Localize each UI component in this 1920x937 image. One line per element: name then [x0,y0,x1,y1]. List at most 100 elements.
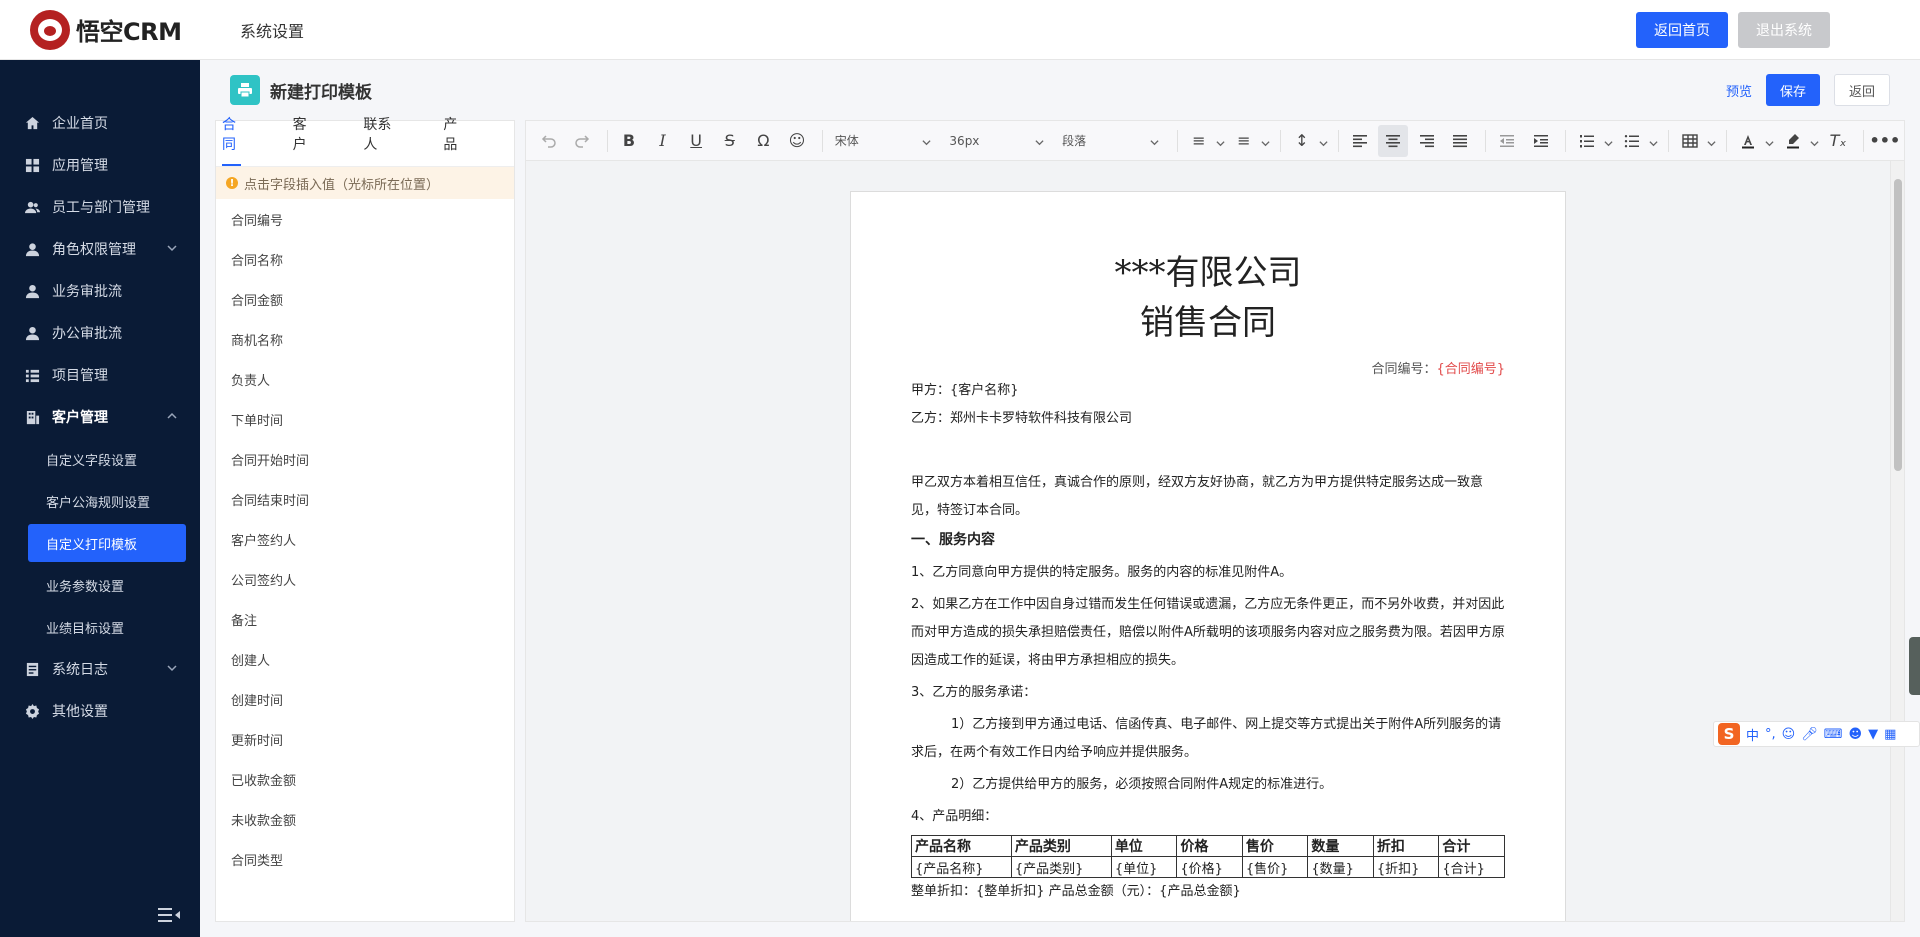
field-item[interactable]: 合同编号 [216,199,514,239]
field-item[interactable]: 公司签约人 [216,559,514,599]
field-item[interactable]: 更新时间 [216,719,514,759]
logout-button[interactable]: 退出系统 [1738,11,1830,48]
microphone-icon[interactable]: 🎤︎ [1801,727,1818,742]
sidebar-item-label: 业务参数设置 [46,579,125,595]
underline-icon[interactable]: U [681,125,711,157]
editor-scrollbar[interactable] [1890,161,1904,921]
paragraph-after-dropdown[interactable]: ≡ [1229,125,1270,157]
document-area[interactable]: ***有限公司 销售合同 合同编号：{合同编号} 甲方：{客户名称} 乙方：郑州… [526,161,1892,921]
chevron-down-icon [1707,136,1716,147]
product-table[interactable]: 产品名称 产品类别 单位 价格 售价 数量 折扣 合计 {产品名称} {产品类别} {单位} {价格… [911,835,1505,878]
home-icon [24,115,40,131]
field-item[interactable]: 创建人 [216,639,514,679]
font-family-select[interactable]: 宋体 [829,126,938,156]
bold-icon[interactable]: B [614,125,644,157]
sidebar-item-staff[interactable]: 员工与部门管理 [0,186,200,228]
align-center-icon[interactable] [1378,124,1408,157]
field-item[interactable]: 合同名称 [216,239,514,279]
person-icon [24,283,40,299]
tab-contract[interactable]: 合同 [222,114,241,166]
app-logo[interactable]: 悟空CRM [0,9,200,50]
align-justify-icon[interactable] [1446,125,1476,157]
special-char-icon[interactable]: Ω [749,125,779,157]
keyboard-icon[interactable]: ⌨ [1824,727,1843,742]
numbered-list-dropdown[interactable] [1572,125,1613,157]
scrollbar-thumb[interactable] [1894,179,1902,471]
field-item[interactable]: 合同金额 [216,279,514,319]
table-cell[interactable]: {售价} [1241,856,1309,878]
user-icon[interactable]: ☻ [1849,727,1863,742]
table-cell[interactable]: {价格} [1176,856,1243,878]
field-item[interactable]: 负责人 [216,359,514,399]
sidebar-item-other-settings[interactable]: 其他设置 [0,690,200,732]
sidebar-item-home[interactable]: 企业首页 [0,102,200,144]
sidebar-item-system-log[interactable]: 系统日志 [0,648,200,690]
emoji-icon[interactable]: ☺ [1782,727,1796,742]
field-item[interactable]: 合同类型 [216,839,514,879]
field-item[interactable]: 下单时间 [216,399,514,439]
apps-icon[interactable]: ▦ [1884,727,1896,742]
sidebar-item-business-params[interactable]: 业务参数设置 [0,564,200,606]
table-dropdown[interactable] [1675,125,1716,157]
paragraph-spacing-dropdown[interactable]: ≡ [1184,125,1225,157]
more-icon[interactable]: ••• [1870,125,1901,157]
ime-toolbar[interactable]: S 中 °, ☺ 🎤︎ ⌨ ☻ ▼ ▦ [1713,721,1920,747]
sidebar-item-projects[interactable]: 项目管理 [0,354,200,396]
clear-format-icon[interactable]: Tₓ [1823,125,1853,157]
field-item[interactable]: 已收款金额 [216,759,514,799]
tab-product[interactable]: 产品 [443,114,462,166]
back-button[interactable]: 返回 [1833,74,1890,106]
chevron-up-icon [166,410,178,422]
sidebar-item-apps[interactable]: 应用管理 [0,144,200,186]
highlight-color-dropdown[interactable] [1778,125,1819,157]
tab-contact[interactable]: 联系人 [363,114,391,166]
skin-icon[interactable]: ▼ [1868,727,1878,742]
table-icon [1675,125,1705,157]
back-home-button[interactable]: 返回首页 [1636,11,1728,48]
sidebar-item-label: 业务审批流 [52,284,122,300]
indent-icon[interactable] [1526,125,1556,157]
save-button[interactable]: 保存 [1765,74,1820,106]
field-item[interactable]: 未收款金额 [216,799,514,839]
field-item[interactable]: 创建时间 [216,679,514,719]
table-cell[interactable]: {折扣} [1372,856,1440,878]
table-cell[interactable]: {产品名称} [911,856,1012,878]
sidebar-item-business-approval[interactable]: 业务审批流 [0,270,200,312]
document-page[interactable]: ***有限公司 销售合同 合同编号：{合同编号} 甲方：{客户名称} 乙方：郑州… [850,191,1566,921]
sidebar-item-performance-goals[interactable]: 业绩目标设置 [0,606,200,648]
emoji-icon[interactable]: ☺ [782,125,812,157]
block-format-select[interactable]: 段落 [1056,126,1165,156]
sidebar-item-custom-fields[interactable]: 自定义字段设置 [0,438,200,480]
sidebar-item-print-templates[interactable]: 自定义打印模板 [28,524,186,562]
outdent-icon[interactable] [1492,125,1522,157]
line-height-dropdown[interactable]: ↕ [1287,125,1328,157]
bullet-list-dropdown[interactable] [1617,125,1658,157]
text-color-dropdown[interactable] [1733,125,1774,157]
table-cell[interactable]: {数量} [1307,856,1374,878]
tab-customer[interactable]: 客户 [293,114,312,166]
align-right-icon[interactable] [1412,125,1442,157]
font-size-select[interactable]: 36px [943,126,1050,156]
undo-icon[interactable] [534,125,564,157]
sidebar-item-pool-rules[interactable]: 客户公海规则设置 [0,480,200,522]
field-item[interactable]: 备注 [216,599,514,639]
side-drawer-handle[interactable] [1909,637,1920,695]
sidebar-item-roles[interactable]: 角色权限管理 [0,228,200,270]
italic-icon[interactable]: I [648,125,678,157]
collapse-menu-icon[interactable] [158,907,180,923]
align-left-icon[interactable] [1345,125,1375,157]
field-item[interactable]: 合同结束时间 [216,479,514,519]
sidebar-item-customers[interactable]: 客户管理 [0,396,200,438]
field-item[interactable]: 商机名称 [216,319,514,359]
sidebar-item-office-approval[interactable]: 办公审批流 [0,312,200,354]
table-cell[interactable]: {单位} [1110,856,1178,878]
table-cell[interactable]: {产品类别} [1010,856,1112,878]
redo-icon[interactable] [568,125,598,157]
preview-button[interactable]: 预览 [1726,81,1752,100]
strikethrough-icon[interactable]: S [715,125,745,157]
field-item[interactable]: 合同开始时间 [216,439,514,479]
table-cell[interactable]: {合计} [1438,856,1505,878]
ime-punctuation[interactable]: °, [1765,727,1776,742]
field-item[interactable]: 客户签约人 [216,519,514,559]
ime-language[interactable]: 中 [1746,725,1759,744]
